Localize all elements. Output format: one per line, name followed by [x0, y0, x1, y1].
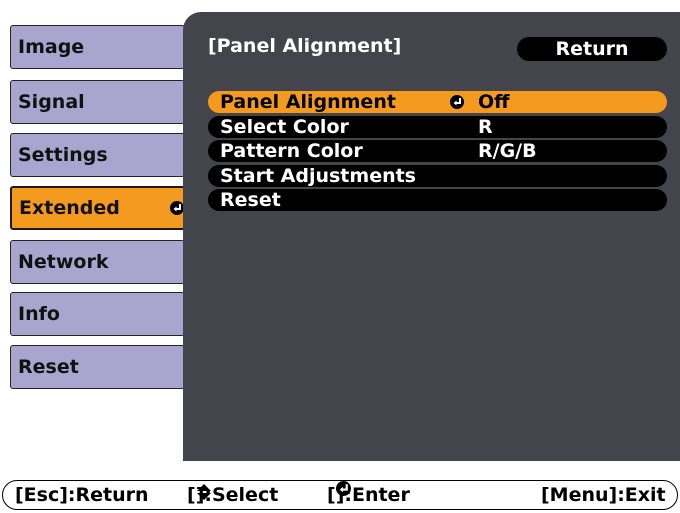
menu-tab-signal[interactable]: Signal: [10, 80, 195, 124]
menu-tab-network[interactable]: Network: [10, 240, 195, 284]
help-select-open: [: [187, 484, 196, 506]
setting-value: R/G/B: [478, 140, 537, 162]
menu-tab-label: Settings: [18, 144, 108, 166]
return-button[interactable]: Return: [517, 37, 667, 61]
panel-title: [Panel Alignment]: [208, 35, 402, 57]
menu-tab-reset[interactable]: Reset: [10, 345, 195, 389]
help-enter-open: [: [327, 484, 336, 506]
help-bar: [Esc]:Return []:Select []:Enter [Menu]:E…: [2, 480, 678, 510]
enter-icon: [170, 201, 184, 215]
help-esc-action: :Return: [67, 484, 149, 506]
enter-icon: [450, 95, 464, 109]
setting-row-select-color[interactable]: Select Color R: [208, 115, 667, 138]
setting-value: R: [478, 115, 493, 138]
menu-tab-label: Image: [18, 36, 85, 58]
menu-tab-extended[interactable]: Extended: [10, 186, 196, 230]
menu-tab-label: Signal: [18, 91, 85, 113]
setting-label: Panel Alignment: [220, 91, 396, 113]
updown-arrows-icon: [196, 481, 212, 509]
setting-label: Reset: [220, 189, 281, 211]
settings-panel: [Panel Alignment] Return Panel Alignment…: [183, 12, 680, 461]
help-esc: [Esc]:Return: [15, 481, 149, 509]
setting-row-start-adjustments[interactable]: Start Adjustments: [208, 164, 667, 187]
menu-tab-label: Info: [18, 303, 60, 325]
menu-tab-label: Extended: [19, 197, 120, 219]
menu-tab-label: Reset: [18, 356, 79, 378]
setting-label: Start Adjustments: [220, 164, 416, 187]
menu-tab-label: Network: [18, 251, 109, 273]
help-menu-exit: [Menu]:Exit: [541, 484, 666, 506]
setting-label: Pattern Color: [220, 140, 363, 162]
help-select: []:Select: [187, 481, 278, 509]
setting-row-panel-alignment[interactable]: Panel Alignment Off: [208, 91, 667, 113]
menu-tab-info[interactable]: Info: [10, 292, 195, 336]
help-esc-key: [Esc]: [15, 484, 68, 506]
setting-row-pattern-color[interactable]: Pattern Color R/G/B: [208, 140, 667, 162]
setting-row-reset[interactable]: Reset: [208, 189, 667, 211]
enter-icon: [335, 481, 351, 496]
menu-tab-settings[interactable]: Settings: [10, 133, 195, 177]
settings-list: Panel Alignment Off Select Color R Patte…: [208, 91, 667, 214]
setting-value: Off: [478, 91, 510, 113]
menu-tab-image[interactable]: Image: [10, 25, 195, 69]
help-enter: []:Enter: [327, 481, 410, 509]
setting-label: Select Color: [220, 115, 349, 138]
